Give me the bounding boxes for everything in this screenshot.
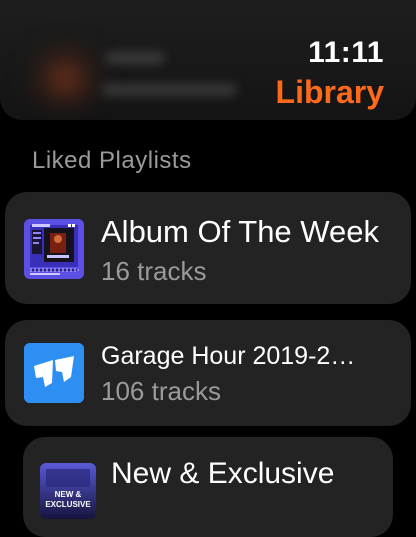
playlist-name: Garage Hour 2019-2… bbox=[101, 342, 356, 370]
rinse-logo-artwork-icon bbox=[24, 343, 84, 403]
now-playing-artist-blur bbox=[102, 84, 237, 96]
playlist-item-album-of-the-week[interactable]: Album Of The Week 16 tracks bbox=[5, 192, 411, 304]
new-and-exclusive-artwork-icon: NEW & EXCLUSIVE bbox=[40, 463, 96, 519]
playlist-item-new-exclusive[interactable]: NEW & EXCLUSIVE New & Exclusive bbox=[23, 437, 393, 537]
page-title[interactable]: Library bbox=[276, 74, 384, 111]
artwork-text-line1: NEW & bbox=[55, 490, 82, 499]
playlist-name: New & Exclusive bbox=[111, 457, 335, 490]
artwork-text-line2: EXCLUSIVE bbox=[45, 500, 91, 509]
playlist-item-garage-hour[interactable]: Garage Hour 2019-2… 106 tracks bbox=[5, 320, 411, 426]
now-playing-title-blur bbox=[105, 52, 165, 64]
album-of-the-week-artwork-icon bbox=[24, 219, 84, 279]
now-playing-artwork-blur bbox=[20, 40, 110, 110]
playlist-track-count: 16 tracks bbox=[101, 256, 207, 286]
playlist-track-count: 106 tracks bbox=[101, 376, 221, 406]
playlist-name: Album Of The Week bbox=[101, 214, 379, 249]
section-title: Liked Playlists bbox=[32, 147, 192, 174]
now-playing-header[interactable]: 11:11 Library bbox=[0, 0, 416, 120]
status-time: 11:11 bbox=[308, 36, 384, 69]
